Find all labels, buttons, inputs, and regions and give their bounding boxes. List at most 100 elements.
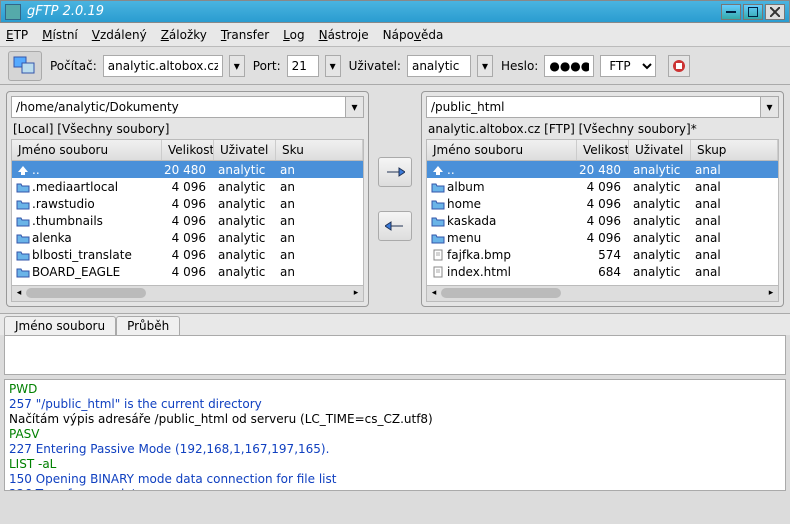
remote-headers[interactable]: Jméno souboru Velikost Uživatel Skup	[426, 139, 779, 161]
local-headers[interactable]: Jméno souboru Velikost Uživatel Sku	[11, 139, 364, 161]
file-group: an	[276, 197, 363, 211]
file-row[interactable]: kaskada4 096analyticanal	[427, 212, 778, 229]
file-row[interactable]: blbosti_translate4 096analytican	[12, 246, 363, 263]
local-panel: ▾ [Local] [Všechny soubory] Jméno soubor…	[6, 91, 369, 307]
local-file-list[interactable]: ..20 480analytican.mediaartlocal4 096ana…	[11, 161, 364, 286]
panels: ▾ [Local] [Všechny soubory] Jméno soubor…	[0, 85, 790, 313]
local-path-input[interactable]	[11, 96, 346, 118]
tab-filename[interactable]: Jméno souboru	[4, 316, 116, 335]
file-row[interactable]: home4 096analyticanal	[427, 195, 778, 212]
file-group: an	[276, 163, 363, 177]
file-row[interactable]: album4 096analyticanal	[427, 178, 778, 195]
protocol-select[interactable]: FTP	[600, 55, 656, 77]
tab-progress[interactable]: Průběh	[116, 316, 180, 335]
minimize-button[interactable]	[721, 4, 741, 20]
file-name: .thumbnails	[30, 214, 162, 228]
queue-tabs: Jméno souboru Průběh	[0, 313, 790, 335]
file-size: 20 480	[577, 163, 629, 177]
remote-path-input[interactable]	[426, 96, 761, 118]
file-size: 4 096	[162, 265, 214, 279]
file-user: analytic	[214, 163, 276, 177]
menu-remote[interactable]: Vzdálený	[92, 28, 147, 42]
remote-status: analytic.altobox.cz [FTP] [Všechny soubo…	[426, 120, 779, 139]
download-button[interactable]	[378, 211, 412, 241]
app-icon	[5, 4, 21, 20]
port-label: Port:	[253, 59, 281, 73]
port-input[interactable]	[287, 55, 319, 77]
file-row[interactable]: .rawstudio4 096analytican	[12, 195, 363, 212]
col-size[interactable]: Velikost	[162, 140, 214, 160]
file-row[interactable]: index.html684analyticanal	[427, 263, 778, 280]
host-label: Počítač:	[50, 59, 97, 73]
stop-button[interactable]	[668, 55, 690, 77]
file-name: home	[445, 197, 577, 211]
file-row[interactable]: fajfka.bmp574analyticanal	[427, 246, 778, 263]
remote-hscroll[interactable]: ◂▸	[426, 286, 779, 302]
file-group: anal	[691, 197, 778, 211]
log-line: LIST -aL	[9, 457, 781, 472]
col-size[interactable]: Velikost	[577, 140, 629, 160]
upload-button[interactable]	[378, 157, 412, 187]
user-dropdown[interactable]: ▾	[477, 55, 493, 77]
menu-help[interactable]: Nápověda	[383, 28, 444, 42]
file-name: ..	[445, 163, 577, 177]
up-icon	[427, 164, 445, 176]
file-name: alenka	[30, 231, 162, 245]
close-button[interactable]	[765, 4, 785, 20]
transfer-buttons	[373, 91, 417, 307]
file-size: 4 096	[577, 214, 629, 228]
file-name: ..	[30, 163, 162, 177]
file-row[interactable]: alenka4 096analytican	[12, 229, 363, 246]
folder-icon	[427, 181, 445, 193]
user-label: Uživatel:	[349, 59, 401, 73]
col-grp[interactable]: Skup	[691, 140, 778, 160]
host-dropdown[interactable]: ▾	[229, 55, 245, 77]
file-row[interactable]: BOARD_EAGLE4 096analytican	[12, 263, 363, 280]
port-dropdown[interactable]: ▾	[325, 55, 341, 77]
local-path-dropdown[interactable]: ▾	[346, 96, 364, 118]
file-user: analytic	[629, 248, 691, 262]
col-grp[interactable]: Sku	[276, 140, 363, 160]
maximize-button[interactable]	[743, 4, 763, 20]
host-input[interactable]	[103, 55, 223, 77]
remote-file-list[interactable]: ..20 480analyticanalalbum4 096analytican…	[426, 161, 779, 286]
menu-bookmarks[interactable]: Záložky	[161, 28, 207, 42]
user-input[interactable]	[407, 55, 471, 77]
queue-area[interactable]	[4, 335, 786, 375]
file-group: an	[276, 180, 363, 194]
file-row[interactable]: menu4 096analyticanal	[427, 229, 778, 246]
file-row[interactable]: .thumbnails4 096analytican	[12, 212, 363, 229]
log-area[interactable]: PWD257 "/public_html" is the current dir…	[4, 379, 786, 491]
pass-input[interactable]	[544, 55, 594, 77]
col-name[interactable]: Jméno souboru	[12, 140, 162, 160]
menu-tools[interactable]: Nástroje	[319, 28, 369, 42]
up-icon	[12, 164, 30, 176]
file-name: fajfka.bmp	[445, 248, 577, 262]
file-size: 4 096	[577, 180, 629, 194]
remote-path-dropdown[interactable]: ▾	[761, 96, 779, 118]
titlebar[interactable]: gFTP 2.0.19	[0, 0, 790, 23]
file-name: BOARD_EAGLE	[30, 265, 162, 279]
file-group: an	[276, 265, 363, 279]
file-row[interactable]: ..20 480analyticanal	[427, 161, 778, 178]
file-row[interactable]: ..20 480analytican	[12, 161, 363, 178]
folder-icon	[12, 266, 30, 278]
col-user[interactable]: Uživatel	[214, 140, 276, 160]
file-row[interactable]: .mediaartlocal4 096analytican	[12, 178, 363, 195]
file-name: .rawstudio	[30, 197, 162, 211]
log-line: 257 "/public_html" is the current direct…	[9, 397, 781, 412]
file-size: 4 096	[577, 197, 629, 211]
file-user: analytic	[214, 231, 276, 245]
log-line: PASV	[9, 427, 781, 442]
menu-file[interactable]: ETP	[6, 28, 28, 42]
file-size: 4 096	[162, 197, 214, 211]
menu-local[interactable]: Místní	[42, 28, 78, 42]
connect-button[interactable]	[8, 51, 42, 81]
local-hscroll[interactable]: ◂▸	[11, 286, 364, 302]
menu-log[interactable]: Log	[283, 28, 304, 42]
menu-transfer[interactable]: Transfer	[221, 28, 269, 42]
col-name[interactable]: Jméno souboru	[427, 140, 577, 160]
col-user[interactable]: Uživatel	[629, 140, 691, 160]
file-name: .mediaartlocal	[30, 180, 162, 194]
file-name: menu	[445, 231, 577, 245]
